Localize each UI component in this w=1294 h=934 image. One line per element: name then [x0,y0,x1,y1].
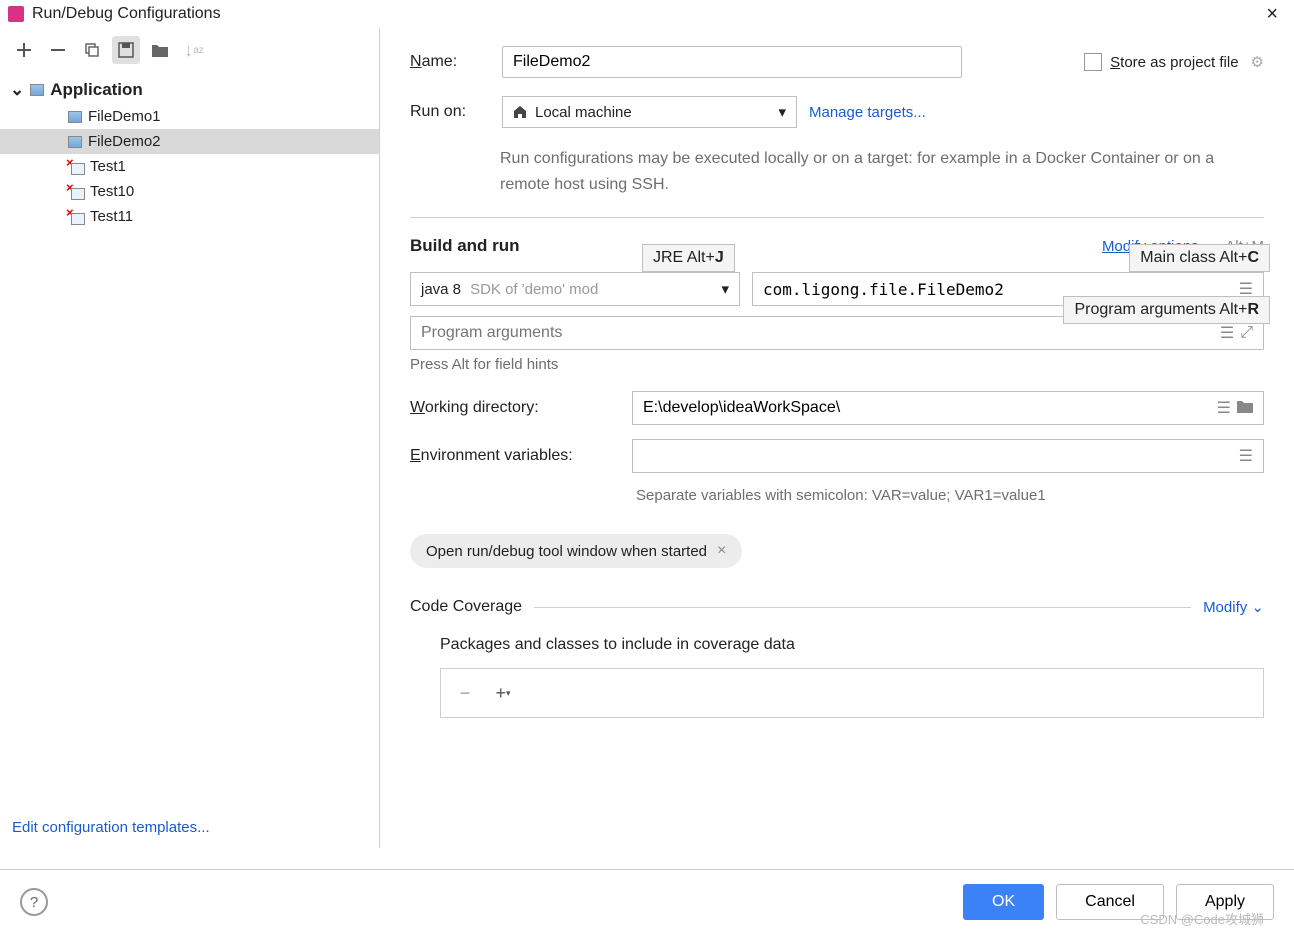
main-panel: Name: Store as project file ⚙ Run on: Lo… [380,28,1294,848]
app-icon [8,6,24,22]
tree-item-label: Test10 [90,183,134,200]
store-as-project-checkbox[interactable] [1084,53,1102,71]
chevron-down-icon: ⌄ [10,80,24,100]
close-icon[interactable]: × [1258,3,1286,26]
environment-variables-field[interactable]: ☰ [632,439,1264,473]
save-button[interactable] [112,36,140,64]
program-arguments-input[interactable] [421,324,1214,342]
store-as-project-label: Store as project file [1110,54,1238,71]
jre-tooltip: JRE Alt+J [642,244,735,272]
divider [534,607,1191,608]
manage-targets-link[interactable]: Manage targets... [809,104,926,121]
ok-button[interactable]: OK [963,884,1044,920]
jre-suffix: SDK of 'demo' mod [470,281,598,298]
expand-icon[interactable]: ⤢ [1240,324,1253,342]
caret-down-icon: ▾ [778,103,786,121]
run-on-value: Local machine [535,104,632,121]
coverage-list: − +▾ [440,668,1264,718]
caret-down-icon: ▾ [721,280,729,298]
invalid-config-icon [68,160,84,174]
name-input[interactable] [502,46,962,78]
build-and-run-title: Build and run [410,236,520,256]
sidebar: ↓az ⌄ Application FileDemo1 FileDemo2 Te… [0,28,380,848]
title-bar: Run/Debug Configurations × [0,0,1294,28]
code-coverage-title: Code Coverage [410,598,522,616]
run-on-hint: Run configurations may be executed local… [500,146,1264,197]
name-label: Name: [410,53,490,71]
application-icon [30,84,44,96]
list-icon[interactable]: ☰ [1217,398,1231,418]
list-icon[interactable]: ☰ [1239,446,1253,466]
main-class-tooltip: Main class Alt+C [1129,244,1270,272]
application-icon [68,136,82,148]
tree-item-label: FileDemo1 [88,108,161,125]
env-hint: Separate variables with semicolon: VAR=v… [636,487,1264,504]
open-tool-window-chip[interactable]: Open run/debug tool window when started … [410,534,742,568]
coverage-modify-link[interactable]: Modify ⌄ [1203,598,1264,616]
jre-dropdown[interactable]: java 8 SDK of 'demo' mod ▾ [410,272,740,306]
coverage-remove-button[interactable]: − [451,679,479,707]
application-icon [68,111,82,123]
tree-item-filedemo1[interactable]: FileDemo1 [0,104,379,129]
configuration-tree: ⌄ Application FileDemo1 FileDemo2 Test1 … [0,72,379,807]
folder-button[interactable] [146,36,174,64]
invalid-config-icon [68,185,84,199]
tree-item-label: Test11 [90,208,133,225]
tree-item-test1[interactable]: Test1 [0,154,379,179]
coverage-add-button[interactable]: +▾ [489,679,517,707]
gear-icon[interactable]: ⚙ [1251,53,1264,71]
chip-label: Open run/debug tool window when started [426,543,707,560]
sort-button[interactable]: ↓az [180,36,208,64]
tree-item-test11[interactable]: Test11 [0,204,379,229]
run-on-label: Run on: [410,103,490,121]
environment-variables-label: Environment variables: [410,447,620,465]
tree-item-label: FileDemo2 [88,133,161,150]
chip-close-icon[interactable]: × [717,542,726,560]
tree-root-application[interactable]: ⌄ Application [0,76,379,104]
tree-item-filedemo2[interactable]: FileDemo2 [0,129,379,154]
home-icon [513,105,527,119]
run-on-dropdown[interactable]: Local machine ▾ [502,96,797,128]
working-directory-input[interactable] [643,399,1211,417]
program-arguments-tooltip: Program arguments Alt+R [1063,296,1270,324]
tree-item-test10[interactable]: Test10 [0,179,379,204]
folder-icon[interactable] [1237,399,1253,418]
footer: ? OK Cancel Apply CSDN @Code攻城狮 [0,869,1294,934]
help-button[interactable]: ? [20,888,48,916]
coverage-subtitle: Packages and classes to include in cover… [440,636,1264,654]
list-icon[interactable]: ☰ [1220,323,1234,343]
window-title: Run/Debug Configurations [32,5,221,23]
tree-item-label: Test1 [90,158,126,175]
remove-button[interactable] [44,36,72,64]
watermark: CSDN @Code攻城狮 [1140,909,1264,928]
environment-variables-input[interactable] [643,447,1233,465]
toolbar: ↓az [0,28,379,72]
edit-templates-link[interactable]: Edit configuration templates... [0,807,379,848]
invalid-config-icon [68,210,84,224]
tree-root-label: Application [50,80,143,100]
working-directory-field[interactable]: ☰ [632,391,1264,425]
jre-value: java 8 [421,281,461,298]
copy-button[interactable] [78,36,106,64]
add-button[interactable] [10,36,38,64]
working-directory-label: Working directory: [410,399,620,417]
alt-hint: Press Alt for field hints [410,356,1264,373]
